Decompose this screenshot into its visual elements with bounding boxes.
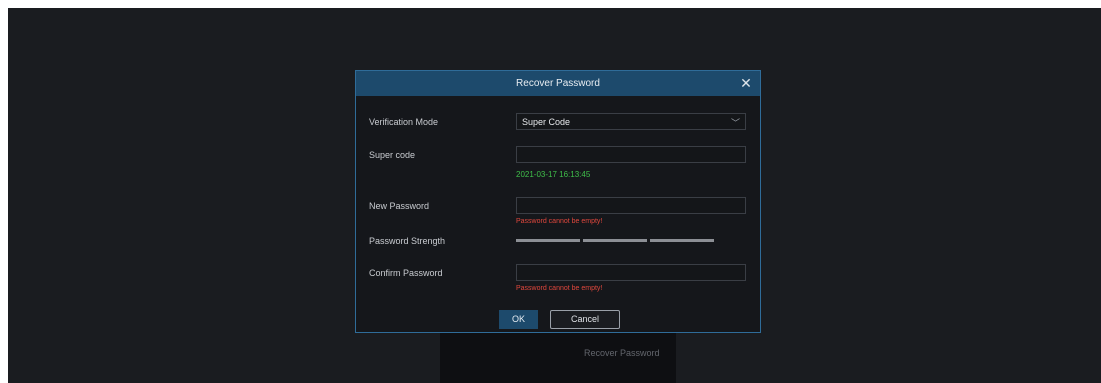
cancel-button[interactable]: Cancel <box>550 310 620 329</box>
dialog-title: Recover Password <box>516 78 600 89</box>
new-password-error: Password cannot be empty! <box>516 218 603 225</box>
password-strength-label: Password Strength <box>369 236 446 246</box>
verification-mode-value: Super Code <box>522 117 571 127</box>
super-code-input[interactable] <box>516 146 746 163</box>
new-password-input[interactable] <box>516 197 746 214</box>
close-icon[interactable]: ✕ <box>738 75 754 91</box>
confirm-password-error: Password cannot be empty! <box>516 285 603 292</box>
strength-bar-medium <box>583 239 647 242</box>
confirm-password-input[interactable] <box>516 264 746 281</box>
verification-mode-select[interactable]: Super Code ﹀ <box>516 113 746 130</box>
chevron-down-icon: ﹀ <box>730 118 740 128</box>
verification-mode-label: Verification Mode <box>369 117 439 127</box>
new-password-label: New Password <box>369 201 430 211</box>
super-code-label: Super code <box>369 150 416 160</box>
login-panel: Recover Password <box>440 326 676 383</box>
dialog-header: Recover Password ✕ <box>356 71 760 96</box>
strength-bar-weak <box>516 239 580 242</box>
super-code-timestamp: 2021-03-17 16:13:45 <box>516 170 591 179</box>
screen-background: Recover Password Recover Password ✕ Veri… <box>8 8 1101 383</box>
recover-password-link[interactable]: Recover Password <box>584 348 660 358</box>
recover-password-dialog: Recover Password ✕ Verification Mode Sup… <box>355 70 761 333</box>
strength-bar-strong <box>650 239 714 242</box>
ok-button[interactable]: OK <box>499 310 538 329</box>
confirm-password-label: Confirm Password <box>369 268 443 278</box>
